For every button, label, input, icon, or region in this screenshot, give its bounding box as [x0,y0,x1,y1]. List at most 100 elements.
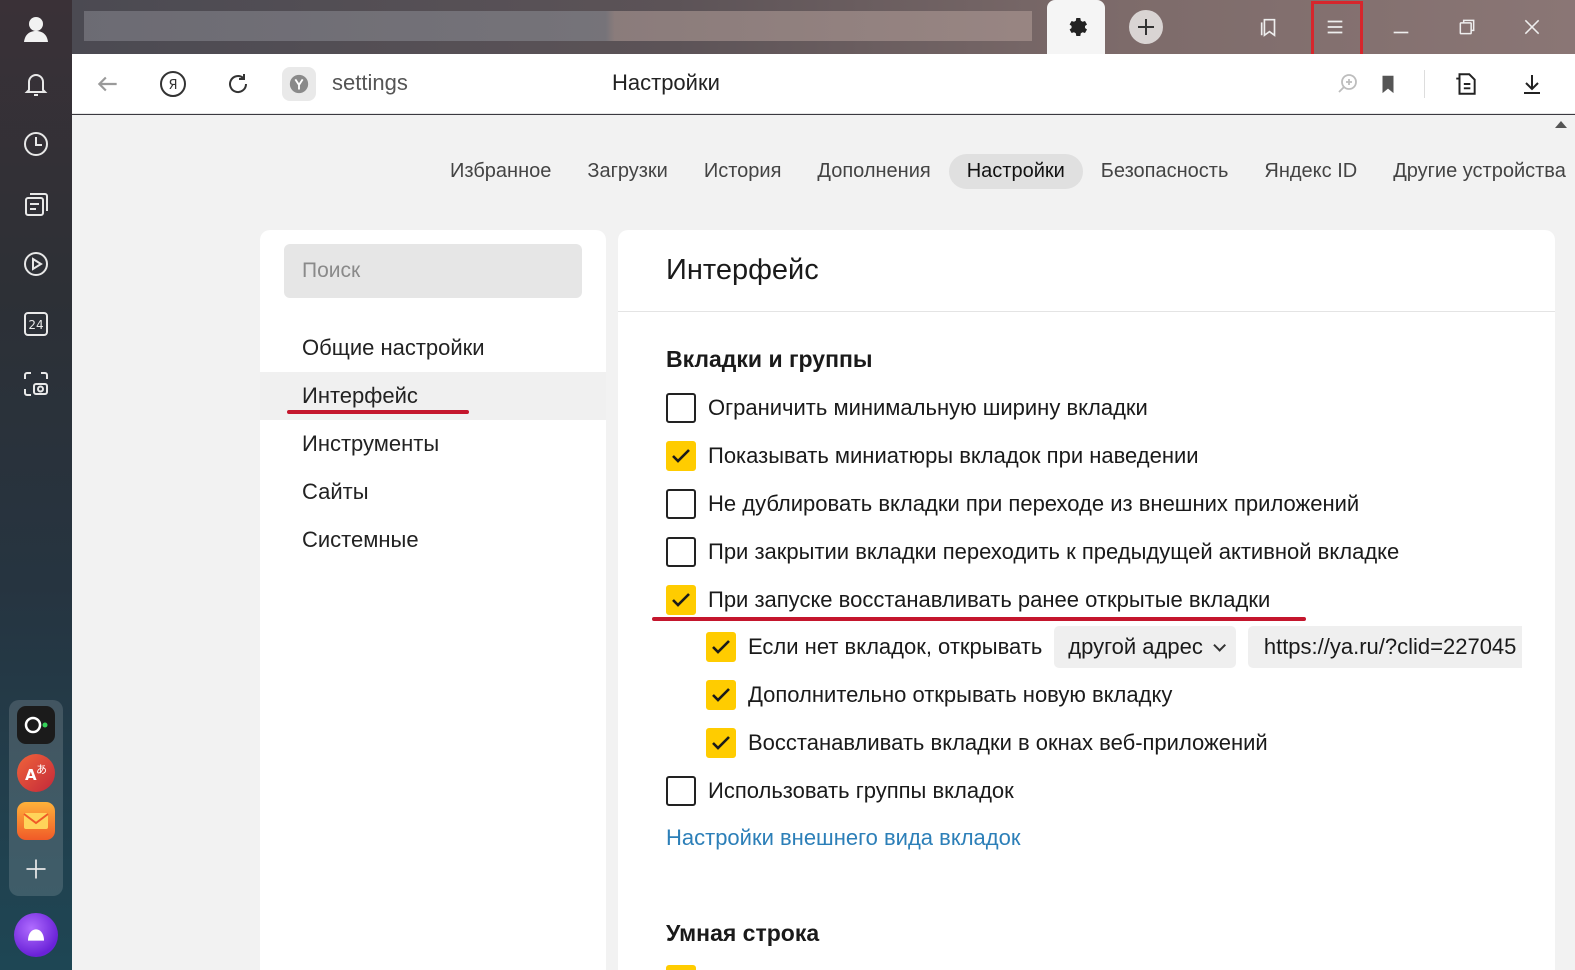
download-icon [1524,75,1540,94]
settings-top-tabs: Избранное Загрузки История Дополнения Настро… [432,153,1575,189]
nav-item-sites[interactable]: Сайты [260,468,606,516]
checkbox[interactable] [666,393,696,423]
bookmarks-panel-button[interactable] [1252,10,1286,44]
nav-item-label: Системные [302,527,419,552]
history-clock-icon[interactable] [16,124,56,164]
panel-header: Интерфейс [618,230,1555,312]
chevron-down-icon [1213,638,1226,652]
alice-assistant-icon[interactable] [14,913,58,957]
settings-page: Избранное Загрузки История Дополнения Настро… [72,115,1575,970]
yandex-home-button[interactable]: Я [157,68,189,100]
close-icon [1524,19,1540,35]
url-value: https://ya.ru/?clid=227045 [1263,634,1517,659]
top-tab[interactable]: Настройки [948,153,1083,189]
screenshot-icon[interactable] [16,364,56,404]
checkmark-icon [712,736,730,750]
profile-icon[interactable] [16,8,56,48]
option-label: Восстанавливать вкладки в окнах веб-прил… [748,730,1268,755]
checkmark-icon [672,449,690,463]
zoom-button[interactable] [1332,68,1364,100]
top-tab[interactable]: Яндекс ID [1246,154,1375,189]
top-tab[interactable]: История [686,154,800,189]
option-if-no-tabs-open[interactable]: Если нет вкладок, открывать другой адрес… [706,626,1522,668]
site-badge[interactable] [282,67,316,101]
checkbox[interactable] [666,537,696,567]
option-label: При запуске восстанавливать ранее открыт… [708,587,1271,612]
option-label: Ограничить минимальную ширину вкладки [708,395,1148,420]
nav-item-label: Сайты [302,479,369,504]
checkbox[interactable] [666,441,696,471]
news-24-icon[interactable]: 24 [16,304,56,344]
option-use-tab-groups[interactable]: Использовать группы вкладок [666,771,1014,811]
open-url-input[interactable]: https://ya.ru/?clid=227045 [1247,626,1522,668]
notes-icon [1456,73,1476,95]
address-bar: Я settings Настройки [72,54,1575,114]
top-tab[interactable]: Избранное [432,154,569,189]
partial-checkbox[interactable] [666,965,696,970]
collections-icon[interactable] [16,184,56,224]
checkbox[interactable] [706,632,736,662]
close-window-button[interactable] [1515,10,1549,44]
top-tab[interactable]: Загрузки [569,154,686,189]
tab-strip[interactable] [84,11,1032,41]
address-url[interactable]: settings [332,70,408,96]
music-app-icon[interactable] [17,706,55,744]
nav-item-general[interactable]: Общие настройки [260,324,606,372]
checkmark-icon [712,688,730,702]
top-tab[interactable]: Дополнения [799,154,948,189]
checkbox[interactable] [666,585,696,615]
option-show-tab-thumbnails[interactable]: Показывать миниатюры вкладок при наведен… [666,436,1199,476]
nav-item-label: Общие настройки [302,335,485,360]
minimize-button[interactable] [1384,10,1418,44]
translator-app-icon[interactable]: Aあ [17,754,55,792]
option-limit-tab-width[interactable]: Ограничить минимальную ширину вкладки [666,388,1148,428]
add-bookmark-button[interactable] [1372,68,1404,100]
option-open-new-tab[interactable]: Дополнительно открывать новую вкладку [706,675,1172,715]
scroll-up-arrow[interactable] [1555,121,1567,128]
nav-item-label: Интерфейс [302,383,418,408]
settings-search-input[interactable] [284,244,582,298]
checkbox[interactable] [666,776,696,806]
toolbar-divider [1424,70,1425,98]
reload-button[interactable] [222,68,254,100]
option-restore-tabs-on-start[interactable]: При запуске восстанавливать ранее открыт… [666,580,1270,620]
bell-icon[interactable] [16,64,56,104]
back-button[interactable] [92,68,124,100]
option-restore-webapp-tabs[interactable]: Восстанавливать вкладки в окнах веб-прил… [706,723,1268,763]
checkbox[interactable] [666,489,696,519]
option-go-to-previous-tab[interactable]: При закрытии вкладки переходить к предыд… [666,532,1399,572]
arrow-left-icon [97,76,117,92]
option-no-duplicate-tabs[interactable]: Не дублировать вкладки при переходе из в… [666,484,1359,524]
option-label: Если нет вкладок, открывать [748,634,1043,659]
yandex-browser-icon [289,74,309,94]
settings-nav-panel: Общие настройки Интерфейс Инструменты Са… [260,230,606,970]
bookmarks-icon [1260,18,1276,37]
checkbox[interactable] [706,728,736,758]
panel-title: Интерфейс [666,254,819,286]
top-tab[interactable]: Безопасность [1083,154,1247,189]
nav-item-system[interactable]: Системные [260,516,606,564]
notes-button[interactable] [1450,68,1482,100]
downloads-button[interactable] [1516,68,1548,100]
restore-tabs-underline-annotation [652,617,1306,621]
tab-appearance-settings-link[interactable]: Настройки внешнего вида вкладок [666,825,1020,851]
settings-content-panel: Интерфейс Вкладки и группы Ограничить ми… [618,230,1555,970]
option-label: Использовать группы вкладок [708,778,1014,803]
restore-icon [1459,19,1475,35]
new-tab-button[interactable] [1129,10,1163,44]
nav-item-tools[interactable]: Инструменты [260,420,606,468]
plus-icon [1138,19,1154,35]
checkbox[interactable] [706,680,736,710]
add-app-icon[interactable] [17,850,55,888]
news-24-label: 24 [28,318,43,332]
restore-button[interactable] [1450,10,1484,44]
checkmark-icon [672,593,690,607]
address-page-title: Настройки [612,70,720,95]
top-tab[interactable]: Другие устройства [1375,154,1575,189]
settings-tab[interactable] [1047,0,1105,54]
open-target-select[interactable]: другой адрес [1054,626,1236,668]
section-tabs-groups-title: Вкладки и группы [666,346,873,372]
mail-app-icon[interactable] [17,802,55,840]
video-play-icon[interactable] [16,244,56,284]
reload-icon [229,74,248,93]
